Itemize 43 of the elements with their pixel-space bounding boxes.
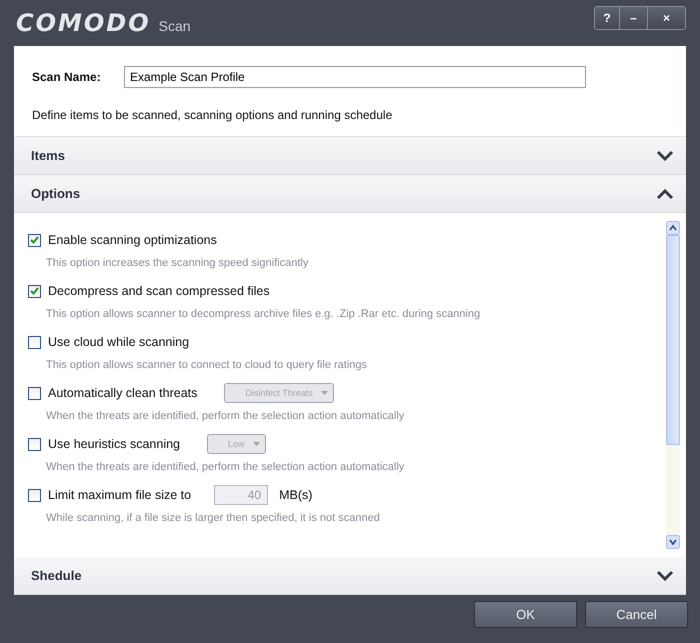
option-hint: When the threats are identified, perform the selection action automatically (46, 410, 406, 422)
section-title: Items (31, 148, 65, 163)
section-header[interactable]: Items (14, 137, 686, 175)
caret-icon (252, 442, 260, 446)
section-title: Options (31, 186, 80, 201)
checkbox[interactable] (28, 438, 41, 450)
scan-name-field[interactable]: Example Scan Profile (124, 66, 586, 88)
expand-icon[interactable] (656, 150, 674, 162)
unit-label: MB(s) (279, 488, 312, 502)
section-header[interactable]: Options (14, 175, 686, 213)
field-label: Scan Name: (32, 70, 102, 84)
section-title: Shedule (31, 568, 82, 583)
option-label: Enable scanning optimizations (48, 233, 217, 247)
option-label: Use heuristics scanning (48, 437, 180, 451)
option-hint: When the threats are identified, perform the selection action automatically (46, 461, 406, 473)
close-button[interactable]: × (647, 7, 685, 29)
option-label: Limit maximum file size to (48, 488, 192, 502)
checkbox[interactable] (28, 386, 41, 400)
description: Define items to be scanned, scanning options and running schedule (32, 108, 394, 122)
help-button[interactable]: ? (595, 7, 619, 29)
checkbox[interactable] (28, 488, 41, 502)
checkbox[interactable] (28, 234, 41, 246)
option-label: Use cloud while scanning (48, 335, 190, 349)
checkbox[interactable] (28, 284, 41, 298)
scroll-down-icon[interactable] (666, 535, 680, 549)
scroll-up-icon[interactable] (666, 221, 680, 235)
expand-icon[interactable] (656, 570, 674, 582)
option-hint: This option allows scanner to connect to cloud to query file ratings (46, 359, 368, 371)
minimize-button[interactable]: – (619, 7, 647, 29)
option-label: Automatically clean threats (48, 386, 198, 400)
logo: COMODO (16, 9, 151, 37)
scrollbar[interactable] (666, 221, 680, 549)
option-label: Decompress and scan compressed files (48, 284, 270, 298)
option-hint: This option increases the scanning speed significantly (46, 257, 310, 269)
ok-button[interactable]: OK (474, 600, 577, 628)
collapse-icon[interactable] (656, 188, 674, 200)
cancel-button[interactable]: Cancel (585, 600, 688, 628)
option-hint: While scanning, if a file size is larger then specified, it is not scanned (46, 512, 381, 524)
caret-icon (320, 391, 328, 395)
section-header[interactable]: Shedule (14, 557, 686, 595)
option-hint: This option allows scanner to decompress archive files e.g. .Zip .Rar etc. during scanning (46, 308, 482, 320)
checkbox[interactable] (28, 336, 41, 348)
window-title: Scan (158, 18, 191, 34)
